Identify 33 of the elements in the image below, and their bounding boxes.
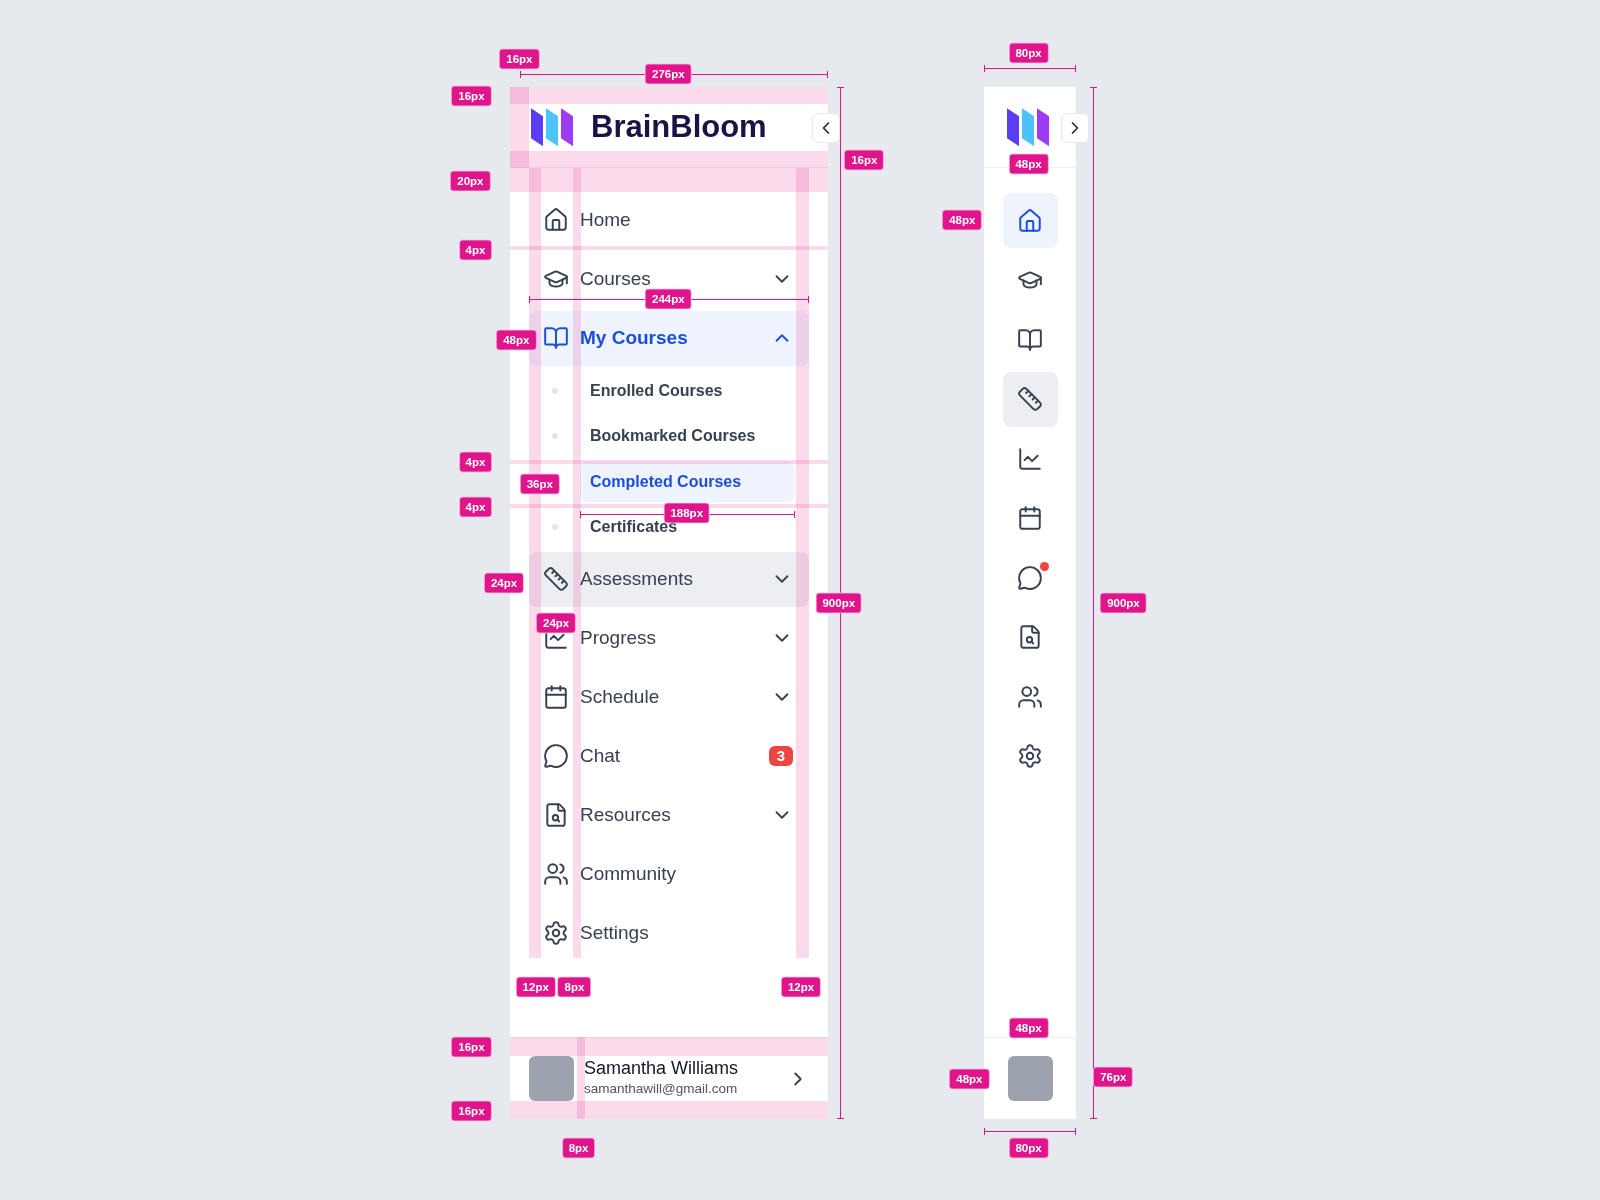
user-name: Samantha Williams xyxy=(584,1057,740,1080)
measurement-label: 48px xyxy=(1008,1017,1049,1039)
measurement-label: 24px xyxy=(536,612,577,634)
measurement-label: 8px xyxy=(561,1137,596,1159)
measurement-label: 4px xyxy=(458,451,493,473)
measurement-label: 16px xyxy=(451,1100,492,1122)
measurement-label: 48px xyxy=(1008,153,1049,175)
measurement-label: 12px xyxy=(780,976,822,998)
measurement-label: 76px xyxy=(1093,1066,1134,1087)
measurement-label: 16px xyxy=(451,1036,492,1058)
measurement-label: 4px xyxy=(458,239,493,261)
measurement-label: 900px xyxy=(815,592,863,614)
measurement-label: 16px xyxy=(499,48,540,70)
measurement-label: 24px xyxy=(483,572,525,594)
measurement-label: 80px xyxy=(1008,1137,1049,1159)
measurement-label: 48px xyxy=(942,209,983,231)
measurement-label: 16px xyxy=(451,85,492,107)
brand-name: BrainBloom xyxy=(591,107,767,146)
measurement-label: 48px xyxy=(949,1068,990,1090)
measurement-label: 900px xyxy=(1100,592,1147,614)
measurement-label: 276px xyxy=(645,64,692,85)
measurement-label: 16px xyxy=(844,149,885,171)
count-badge: 3 xyxy=(768,746,793,767)
measurement-label: 20px xyxy=(450,170,491,192)
measurement-label: 188px xyxy=(663,502,710,524)
measurement-label: 48px xyxy=(496,329,537,351)
measurement-label: 80px xyxy=(1008,42,1049,64)
measurement-label: 244px xyxy=(645,288,692,310)
measurement-label: 12px xyxy=(515,976,556,998)
measurement-label: 8px xyxy=(557,976,592,998)
user-email: samanthawill@gmail.com xyxy=(584,1080,739,1099)
measurement-label: 36px xyxy=(519,473,560,495)
measurement-label: 4px xyxy=(458,496,493,518)
